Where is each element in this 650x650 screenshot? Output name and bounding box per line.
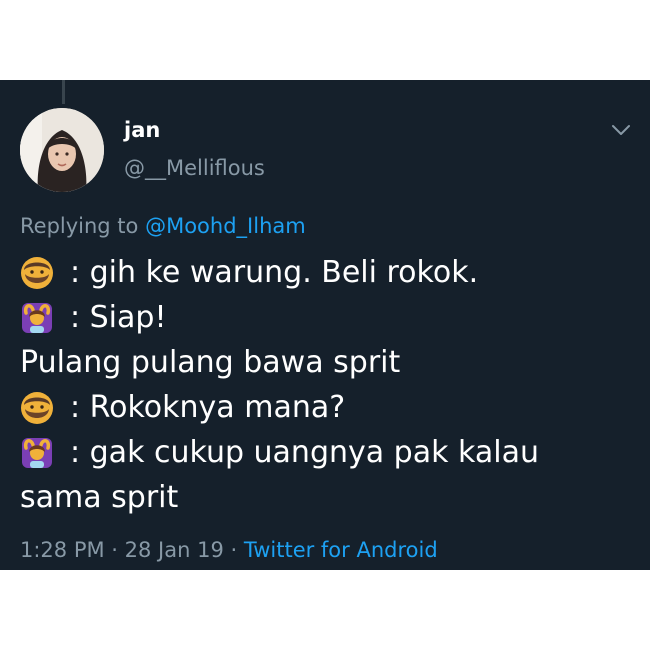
chevron-down-icon[interactable] xyxy=(608,120,634,140)
man-beard-emoji xyxy=(20,391,54,425)
avatar[interactable] xyxy=(20,108,104,192)
woman-gesturing-ok-emoji xyxy=(20,301,54,335)
tweet-date[interactable]: 28 Jan 19 xyxy=(125,538,224,562)
woman-gesturing-ok-emoji xyxy=(20,436,54,470)
tweet-line-text: sama sprit xyxy=(20,480,179,515)
tweet-card: jan @__Melliflous Replying to @Moohd_Ilh… xyxy=(0,80,650,570)
tweet-line-text: : Rokoknya mana? xyxy=(70,390,346,425)
reply-target-link[interactable]: @Moohd_Ilham xyxy=(145,214,306,238)
tweet-line-text: : Siap! xyxy=(70,300,167,335)
replying-prefix: Replying to xyxy=(20,214,139,238)
tweet-line-text: Pulang pulang bawa sprit xyxy=(20,345,401,380)
man-beard-emoji xyxy=(20,256,54,290)
tweet-line: : gih ke warung. Beli rokok. xyxy=(20,250,630,295)
thread-connector-line xyxy=(62,80,65,104)
tweet-line: : gak cukup uangnya pak kalau xyxy=(20,430,630,475)
tweet-line: sama sprit xyxy=(20,475,630,520)
meta-separator: · xyxy=(104,538,125,562)
tweet-text: : gih ke warung. Beli rokok. : Siap! Pul… xyxy=(20,250,630,520)
tweet-line: : Siap! xyxy=(20,295,630,340)
tweet-line-text: : gak cukup uangnya pak kalau xyxy=(70,435,539,470)
tweet-line: : Rokoknya mana? xyxy=(20,385,630,430)
tweet-line-text: : gih ke warung. Beli rokok. xyxy=(70,255,479,290)
tweet-meta: 1:28 PM · 28 Jan 19 · Twitter for Androi… xyxy=(20,538,438,562)
replying-to: Replying to @Moohd_Ilham xyxy=(20,214,306,238)
display-name[interactable]: jan xyxy=(124,118,160,142)
user-handle[interactable]: @__Melliflous xyxy=(124,156,265,180)
meta-separator: · xyxy=(223,538,244,562)
tweet-time[interactable]: 1:28 PM xyxy=(20,538,105,562)
tweet-source-link[interactable]: Twitter for Android xyxy=(244,538,438,562)
tweet-line: Pulang pulang bawa sprit xyxy=(20,340,630,385)
